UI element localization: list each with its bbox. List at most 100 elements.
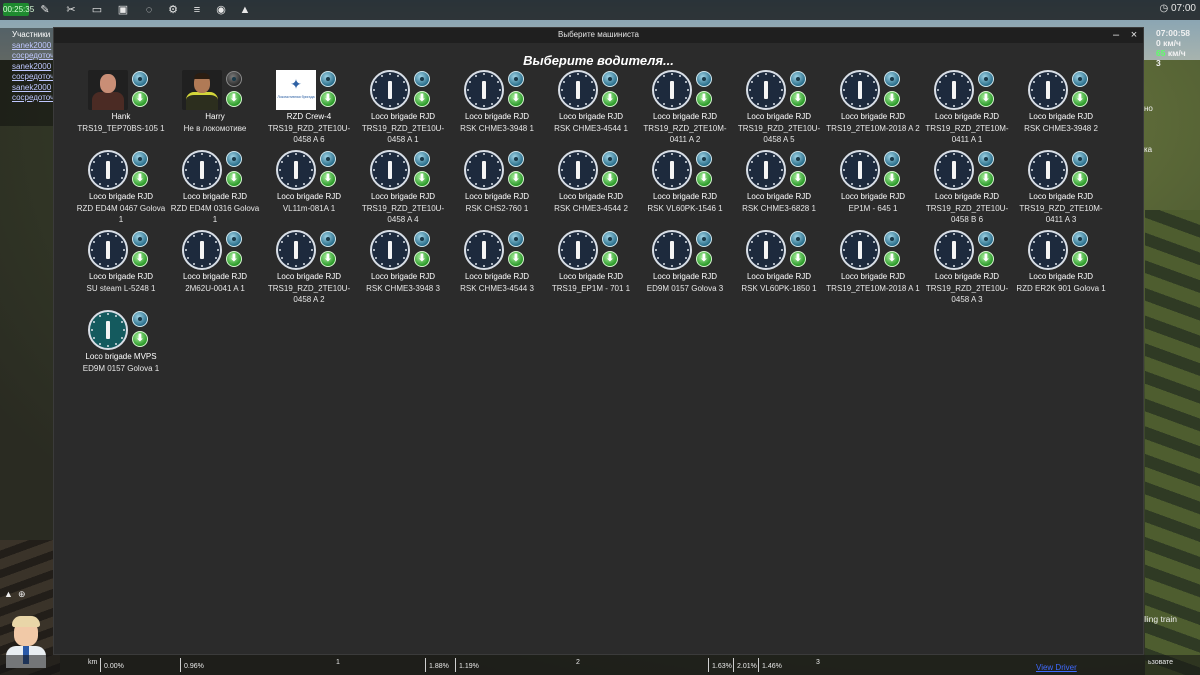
- select-down-icon[interactable]: ⬇: [132, 91, 148, 107]
- driver-card[interactable]: ⬇ Loco brigade RJD RSK CHME3-4544 1: [544, 70, 638, 150]
- select-down-icon[interactable]: ⬇: [320, 251, 336, 267]
- driver-card[interactable]: ⬇ Loco brigade RJD RSK CHME3-6828 1: [732, 150, 826, 230]
- view-info-icon[interactable]: [790, 151, 806, 167]
- crew-clock-icon[interactable]: [88, 230, 128, 270]
- select-down-icon[interactable]: ⬇: [696, 171, 712, 187]
- driver-card[interactable]: ⬇ Loco brigade RJD RSK CHME3-4544 3: [450, 230, 544, 310]
- driver-card[interactable]: ⬇ Harry Не в локомотиве: [168, 70, 262, 150]
- participant-row[interactable]: sanek2000: [12, 83, 56, 94]
- crew-clock-icon[interactable]: [182, 150, 222, 190]
- view-info-icon[interactable]: [132, 231, 148, 247]
- message-icon[interactable]: ▭: [90, 3, 104, 17]
- crew-clock-icon[interactable]: [746, 230, 786, 270]
- train-icon[interactable]: ▣: [116, 3, 130, 17]
- crew-clock-icon[interactable]: [558, 70, 598, 110]
- participant-row[interactable]: сосредоточ: [12, 51, 56, 62]
- crew-clock-icon[interactable]: [464, 70, 504, 110]
- driver-card[interactable]: ⬇ Loco brigade RJD TRS19_2TE10M-2018 A 2: [826, 70, 920, 150]
- select-down-icon[interactable]: ⬇: [320, 91, 336, 107]
- select-down-icon[interactable]: ⬇: [508, 251, 524, 267]
- driver-card[interactable]: ⬇ Loco brigade RJD EP1M - 645 1: [826, 150, 920, 230]
- crew-clock-icon[interactable]: [652, 230, 692, 270]
- participant-row[interactable]: sanek2000: [12, 62, 56, 73]
- select-down-icon[interactable]: ⬇: [884, 251, 900, 267]
- select-down-icon[interactable]: ⬇: [132, 251, 148, 267]
- select-down-icon[interactable]: ⬇: [414, 251, 430, 267]
- driver-card[interactable]: ⬇ Loco brigade RJD RZD ED4M 0316 Golova 1: [168, 150, 262, 230]
- crew-clock-icon[interactable]: [88, 150, 128, 190]
- driver-card[interactable]: ⬇ Loco brigade RJD RZD ER2K 901 Golova 1: [1014, 230, 1108, 310]
- participant-row[interactable]: сосредоточ: [12, 72, 56, 83]
- driver-card[interactable]: ⬇ Loco brigade RJD TRS19_RZD_2TE10U-0458 A…: [732, 70, 826, 150]
- select-down-icon[interactable]: ⬇: [790, 251, 806, 267]
- select-down-icon[interactable]: ⬇: [602, 171, 618, 187]
- select-down-icon[interactable]: ⬇: [414, 171, 430, 187]
- driver-card[interactable]: ⬇ Loco brigade RJD RSK VL60PK-1850 1: [732, 230, 826, 310]
- camera-icon[interactable]: ◉: [214, 3, 228, 17]
- menu-icon[interactable]: ≡: [190, 3, 204, 17]
- crew-clock-icon[interactable]: [276, 150, 316, 190]
- view-info-icon[interactable]: [132, 71, 148, 87]
- select-down-icon[interactable]: ⬇: [790, 171, 806, 187]
- driver-card[interactable]: ⬇ Loco brigade RJD RZD ED4M 0467 Golova 1: [74, 150, 168, 230]
- select-down-icon[interactable]: ⬇: [602, 91, 618, 107]
- view-info-icon[interactable]: [1072, 151, 1088, 167]
- crew-clock-icon[interactable]: [558, 150, 598, 190]
- view-info-icon[interactable]: [696, 71, 712, 87]
- select-down-icon[interactable]: ⬇: [226, 91, 242, 107]
- crew-clock-icon[interactable]: [182, 230, 222, 270]
- crew-clock-icon[interactable]: [370, 70, 410, 110]
- select-down-icon[interactable]: ⬇: [978, 171, 994, 187]
- driver-card[interactable]: ⬇ Loco brigade RJD TRS19_RZD_2TE10U-0458 A…: [356, 150, 450, 230]
- select-down-icon[interactable]: ⬇: [696, 91, 712, 107]
- view-info-icon[interactable]: [132, 311, 148, 327]
- select-down-icon[interactable]: ⬇: [884, 91, 900, 107]
- select-down-icon[interactable]: ⬇: [790, 91, 806, 107]
- chat-icon[interactable]: ◌: [142, 3, 156, 17]
- view-info-icon[interactable]: [414, 71, 430, 87]
- participant-row[interactable]: sanek2000: [12, 41, 56, 52]
- view-info-icon[interactable]: [1072, 71, 1088, 87]
- view-driver-link[interactable]: View Driver: [1036, 663, 1077, 672]
- crew-clock-icon[interactable]: [934, 70, 974, 110]
- driver-photo[interactable]: [88, 70, 128, 110]
- driver-card[interactable]: ✦ Локомотивная бригада ⬇ RZD Crew-4 TRS19_RZ…: [262, 70, 356, 150]
- view-info-icon[interactable]: [320, 71, 336, 87]
- crew-clock-icon[interactable]: [1028, 150, 1068, 190]
- crew-clock-icon[interactable]: [746, 150, 786, 190]
- close-button[interactable]: ×: [1127, 28, 1141, 43]
- view-info-icon[interactable]: [1072, 231, 1088, 247]
- select-down-icon[interactable]: ⬇: [1072, 91, 1088, 107]
- select-down-icon[interactable]: ⬇: [320, 171, 336, 187]
- crew-clock-icon[interactable]: [370, 150, 410, 190]
- driver-photo[interactable]: [182, 70, 222, 110]
- view-info-icon[interactable]: [978, 151, 994, 167]
- crew-clock-icon[interactable]: [1028, 230, 1068, 270]
- view-info-icon[interactable]: [414, 231, 430, 247]
- driver-card[interactable]: ⬇ Loco brigade RJD ED9M 0157 Golova 3: [638, 230, 732, 310]
- select-down-icon[interactable]: ⬇: [696, 251, 712, 267]
- view-info-icon[interactable]: [132, 151, 148, 167]
- select-down-icon[interactable]: ⬇: [226, 171, 242, 187]
- select-down-icon[interactable]: ⬇: [1072, 251, 1088, 267]
- select-down-icon[interactable]: ⬇: [978, 91, 994, 107]
- select-down-icon[interactable]: ⬇: [978, 251, 994, 267]
- driver-card[interactable]: ⬇ Loco brigade RJD RSK CHME3-3948 3: [356, 230, 450, 310]
- minimize-button[interactable]: –: [1109, 28, 1123, 43]
- crew-clock-icon[interactable]: [840, 150, 880, 190]
- driver-card[interactable]: ⬇ Loco brigade MVPS ED9M 0157 Golova 1: [74, 310, 168, 390]
- driver-card[interactable]: ⬇ Loco brigade RJD TRS19_RZD_2TE10M-0411 A…: [1014, 150, 1108, 230]
- select-down-icon[interactable]: ⬇: [1072, 171, 1088, 187]
- view-info-icon[interactable]: [602, 151, 618, 167]
- view-info-icon[interactable]: [226, 231, 242, 247]
- view-info-icon[interactable]: [508, 71, 524, 87]
- view-info-icon[interactable]: [790, 231, 806, 247]
- view-info-icon[interactable]: [884, 71, 900, 87]
- view-info-icon[interactable]: [884, 151, 900, 167]
- view-info-icon[interactable]: [696, 151, 712, 167]
- select-down-icon[interactable]: ⬇: [508, 171, 524, 187]
- zoom-icon[interactable]: ⊕: [18, 589, 26, 599]
- crew-clock-icon[interactable]: [464, 230, 504, 270]
- select-down-icon[interactable]: ⬇: [884, 171, 900, 187]
- view-info-icon[interactable]: [978, 71, 994, 87]
